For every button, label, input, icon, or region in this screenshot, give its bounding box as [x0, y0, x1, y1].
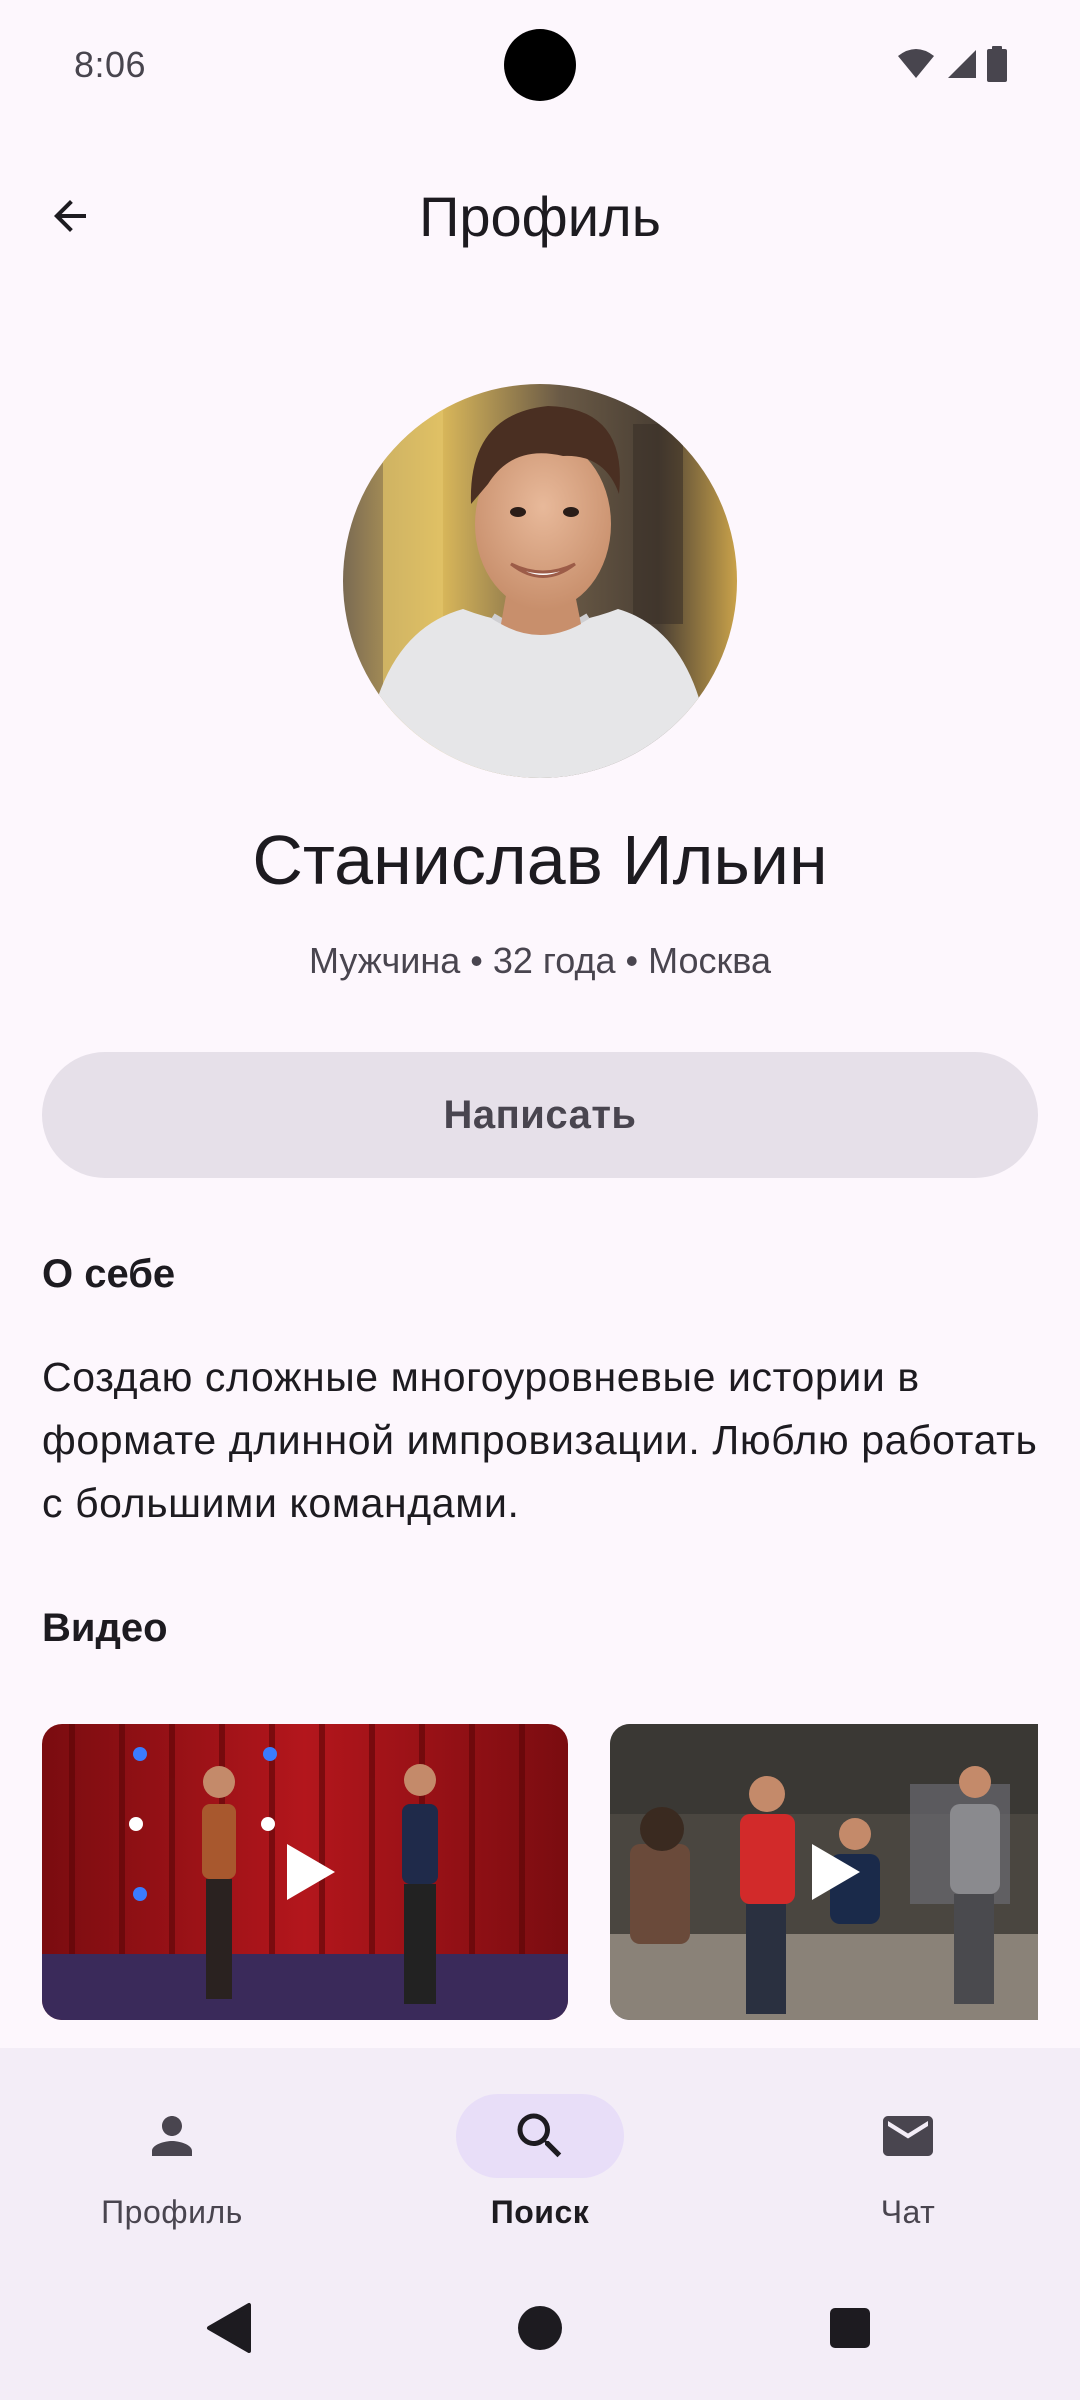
battery-icon: [987, 46, 1007, 82]
play-icon: [812, 1844, 860, 1900]
top-app-bar: Профиль: [0, 160, 1080, 272]
video-card[interactable]: [610, 1724, 1038, 2020]
triangle-back-icon: [207, 2303, 251, 2353]
nav-label-search: Поиск: [490, 2194, 590, 2230]
system-back-button[interactable]: [196, 2296, 260, 2360]
profile-name: Станислав Ильин: [252, 821, 828, 899]
nav-item-profile[interactable]: Профиль: [42, 2094, 302, 2244]
page-title: Профиль: [419, 185, 661, 248]
system-navigation-bar: [0, 2258, 1080, 2400]
circle-home-icon: [518, 2306, 562, 2350]
search-icon: [517, 2113, 562, 2158]
wifi-icon: [898, 49, 934, 78]
profile-screen: 8:06 Профиль Станислав Ильин Мужчина • 3…: [0, 0, 1080, 2400]
about-text: Создаю сложные многоуровневые истории в …: [42, 1354, 1038, 1526]
profile-meta: Мужчина • 32 года • Москва: [308, 940, 771, 981]
avatar-photo: [343, 384, 737, 778]
bottom-navigation: Профиль Поиск Чат: [0, 2048, 1080, 2258]
mail-icon: [883, 2116, 933, 2156]
about-title: О себе: [42, 1252, 176, 1296]
square-recents-icon: [830, 2308, 870, 2348]
nav-label-profile: Профиль: [101, 2194, 243, 2230]
videos-title: Видео: [42, 1606, 168, 1650]
status-bar: 8:06: [0, 0, 1080, 130]
videos-row[interactable]: [42, 1724, 1038, 2020]
play-icon: [287, 1844, 335, 1900]
status-time: 8:06: [74, 44, 147, 85]
person-icon: [152, 2116, 192, 2156]
avatar: [343, 384, 737, 778]
status-icons: [896, 46, 1008, 82]
camera-cutout: [504, 29, 576, 101]
signal-icon: [948, 50, 976, 78]
system-recents-button[interactable]: [818, 2296, 882, 2360]
video-card[interactable]: [42, 1724, 568, 2020]
nav-item-search[interactable]: Поиск: [410, 2094, 670, 2244]
nav-item-chat[interactable]: Чат: [778, 2094, 1038, 2244]
write-message-button[interactable]: Написать: [42, 1052, 1038, 1178]
system-home-button[interactable]: [508, 2296, 572, 2360]
nav-label-chat: Чат: [880, 2194, 936, 2230]
